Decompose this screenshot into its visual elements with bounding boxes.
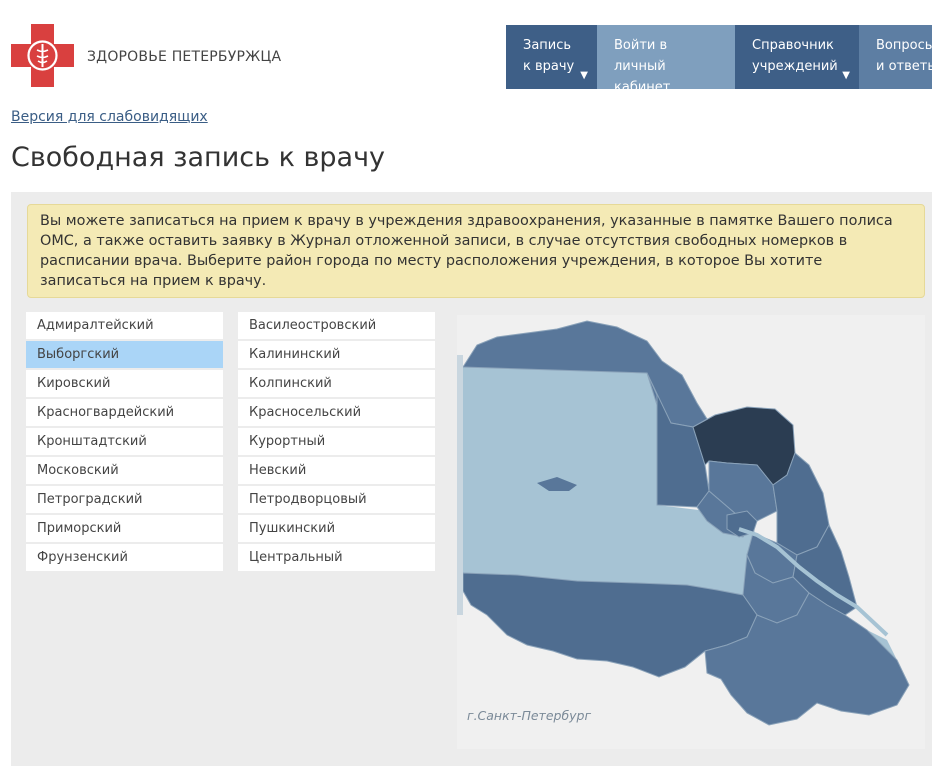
map-edge-shadow bbox=[457, 355, 463, 615]
district-item[interactable]: Красногвардейский bbox=[26, 399, 223, 426]
district-item[interactable]: Петроградский bbox=[26, 486, 223, 513]
info-notice: Вы можете записаться на прием к врачу в … bbox=[27, 204, 925, 298]
nav-institutions-line2: учреждений bbox=[752, 59, 838, 74]
district-list-column-1: Адмиралтейский Выборгский Кировский Крас… bbox=[26, 312, 223, 573]
nav-appointment-line1: Запись bbox=[523, 38, 572, 53]
site-name[interactable]: ЗДОРОВЬЕ ПЕТЕРБУРЖЦА bbox=[87, 49, 281, 65]
district-selection-panel: Вы можете записаться на прием к врачу в … bbox=[11, 192, 932, 766]
district-item[interactable]: Центральный bbox=[238, 544, 435, 571]
district-item-selected[interactable]: Выборгский bbox=[26, 341, 223, 368]
district-item[interactable]: Адмиралтейский bbox=[26, 312, 223, 339]
site-logo[interactable] bbox=[11, 24, 74, 87]
nav-institutions-line1: Справочник bbox=[752, 38, 834, 53]
district-item[interactable]: Калининский bbox=[238, 341, 435, 368]
nav-personal-account-line2: личный кабинет bbox=[614, 59, 671, 95]
district-map[interactable] bbox=[457, 315, 925, 749]
nav-personal-account-line1: Войти в bbox=[614, 38, 668, 53]
nav-faq-line2: и ответы bbox=[876, 59, 932, 74]
red-cross-caduceus-icon bbox=[11, 24, 74, 87]
city-map[interactable]: г.Санкт-Петербург bbox=[457, 315, 925, 749]
district-item[interactable]: Колпинский bbox=[238, 370, 435, 397]
nav-appointment[interactable]: Запись к врачу ▼ bbox=[506, 25, 597, 89]
district-item[interactable]: Московский bbox=[26, 457, 223, 484]
accessibility-version-link[interactable]: Версия для слабовидящих bbox=[11, 109, 208, 125]
district-item[interactable]: Василеостровский bbox=[238, 312, 435, 339]
district-item[interactable]: Фрунзенский bbox=[26, 544, 223, 571]
district-item[interactable]: Курортный bbox=[238, 428, 435, 455]
district-item[interactable]: Кронштадтский bbox=[26, 428, 223, 455]
district-item[interactable]: Пушкинский bbox=[238, 515, 435, 542]
page-title: Свободная запись к врачу bbox=[11, 142, 386, 173]
caret-down-icon: ▼ bbox=[580, 70, 588, 81]
nav-faq-line1: Вопросы bbox=[876, 38, 932, 53]
district-item[interactable]: Красносельский bbox=[238, 399, 435, 426]
district-list-column-2: Василеостровский Калининский Колпинский … bbox=[238, 312, 435, 573]
nav-faq[interactable]: Вопросы и ответы bbox=[859, 25, 932, 89]
district-item[interactable]: Петродворцовый bbox=[238, 486, 435, 513]
district-item[interactable]: Кировский bbox=[26, 370, 223, 397]
district-item[interactable]: Невский bbox=[238, 457, 435, 484]
main-nav: Запись к врачу ▼ Войти в личный кабинет … bbox=[506, 25, 932, 95]
district-item[interactable]: Приморский bbox=[26, 515, 223, 542]
nav-appointment-line2: к врачу bbox=[523, 59, 575, 74]
nav-institutions-directory[interactable]: Справочник учреждений ▼ bbox=[735, 25, 859, 89]
caret-down-icon: ▼ bbox=[842, 70, 850, 81]
nav-personal-account[interactable]: Войти в личный кабинет bbox=[597, 25, 735, 95]
map-caption: г.Санкт-Петербург bbox=[467, 708, 592, 723]
